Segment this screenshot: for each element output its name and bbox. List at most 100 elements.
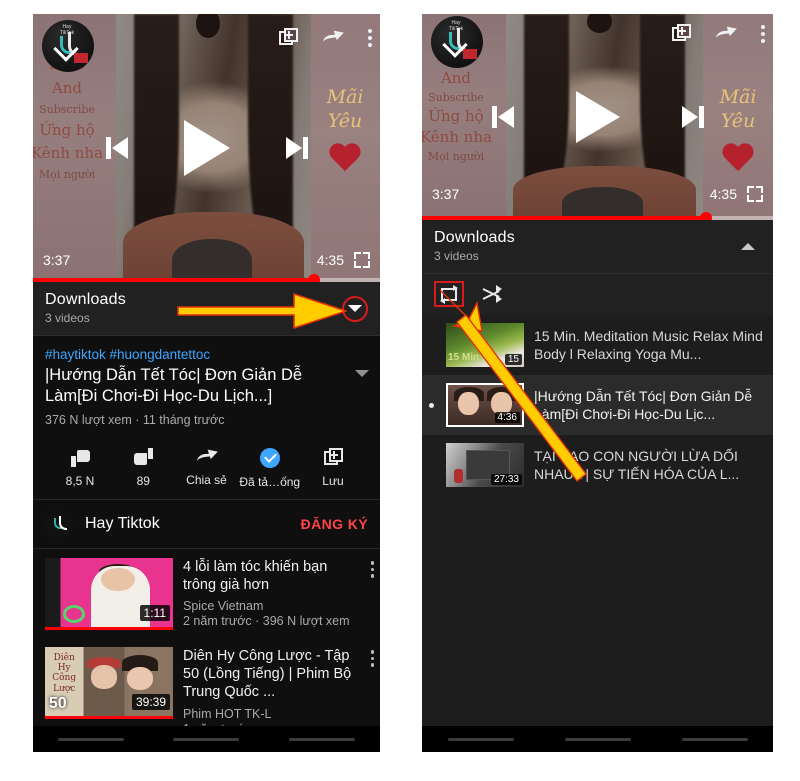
playlist-thumbnail[interactable]: 4:36 (446, 383, 524, 427)
playlist-collapse-button[interactable] (735, 234, 761, 260)
more-options-icon[interactable] (368, 28, 372, 47)
add-to-queue-icon[interactable] (672, 24, 691, 43)
overlay-line: And (51, 79, 83, 97)
playlist-item-title: |Hướng Dẫn Tết Tóc| Đơn Giản Dễ Làm[Đi C… (534, 387, 753, 422)
duration: 4:35 (316, 252, 344, 268)
chevron-down-icon (348, 305, 362, 312)
suggested-video-meta: 2 năm trước · 396 N lượt xem (183, 614, 350, 629)
player-top-controls (672, 23, 765, 43)
subscribe-button[interactable]: ĐĂNG KÝ (301, 516, 368, 532)
video-player-left[interactable]: Like And Subscribe Ứng hộ Kênh nha Mọi n… (33, 14, 380, 282)
channel-name[interactable]: Hay Tiktok (85, 515, 289, 533)
suggested-video-info: 4 lỗi làm tóc khiến bạn trông già hơn Sp… (183, 558, 368, 630)
video-meta: 376 N lượt xem · 11 tháng trước (45, 413, 225, 428)
screenshot-stage: Like And Subscribe Ứng hộ Kênh nha Mọi n… (0, 0, 800, 781)
download-label: Đã tả…ống (239, 475, 301, 490)
playlist-video-count: 3 videos (45, 311, 90, 325)
channel-avatar[interactable] (45, 510, 73, 539)
loop-repeat-icon (440, 284, 458, 304)
playlist-item-duration: 27:33 (490, 474, 522, 485)
video-thumbnail[interactable]: Diên Hy Công Lược 50 39:39 (45, 647, 173, 720)
suggested-video-title: Diên Hy Công Lược - Tập 50 (Lồng Tiếng) … (183, 648, 352, 701)
playlist-thumbnail[interactable]: 15 Min 15 (446, 323, 524, 367)
share-icon[interactable] (715, 23, 739, 43)
save-to-playlist-icon (323, 448, 343, 467)
overlay-line: Mãi (326, 86, 364, 108)
current-time: 3:37 (43, 252, 71, 268)
video-action-row: 8,5 N 89 Chia sẻ Đã tả…ống Lưu (33, 439, 380, 500)
chevron-down-icon[interactable] (355, 370, 369, 377)
fullscreen-icon[interactable] (747, 186, 763, 202)
player-time-row: 3:37 4:35 (33, 252, 380, 268)
fullscreen-icon[interactable] (354, 252, 370, 268)
more-options-icon[interactable] (370, 650, 374, 667)
suggested-video-channel: Spice Vietnam (183, 599, 264, 614)
downloaded-check-icon (259, 448, 280, 469)
suggested-video-title: 4 lỗi làm tóc khiến bạn trông già hơn (183, 559, 328, 594)
playlist-title: Downloads (45, 291, 126, 308)
playlist-item[interactable]: 15 Min 15 15 Min. Meditation Music Relax… (422, 315, 773, 375)
dislike-count: 89 (136, 474, 150, 489)
video-thumbnail[interactable]: 1:11 (45, 558, 173, 631)
play-icon[interactable] (183, 120, 230, 176)
player-time-row: 3:37 4:35 (422, 186, 773, 202)
android-navigation-bar[interactable] (33, 726, 380, 752)
android-navigation-bar[interactable] (422, 726, 773, 752)
previous-video-icon[interactable] (105, 136, 132, 160)
share-button[interactable]: Chia sẻ (176, 447, 238, 489)
video-player-right[interactable]: Like And Subscribe Ứng hộ Kênh nha Mọi n… (422, 14, 773, 220)
next-video-icon[interactable] (678, 105, 704, 129)
playlist-expand-button[interactable] (342, 295, 368, 322)
current-time: 3:37 (432, 186, 460, 202)
playlist-item-title: 15 Min. Meditation Music Relax Mind Body… (534, 327, 763, 362)
like-count: 8,5 N (65, 474, 95, 489)
channel-row[interactable]: Hay Tiktok ĐĂNG KÝ (33, 499, 380, 550)
playlist-item-title: TẠI SAO CON NGƯỜI LỪA DỐI NHAU!?| SỰ TIẾ… (534, 447, 740, 482)
playlist-title: Downloads (434, 229, 515, 246)
add-to-queue-icon[interactable] (279, 28, 298, 47)
dislike-button[interactable]: 89 (112, 448, 174, 489)
video-hashtags[interactable]: #haytiktok #huongdantettoc (45, 347, 368, 362)
video-duration: 1:11 (139, 605, 170, 622)
share-icon[interactable] (322, 27, 346, 47)
playlist-video-count: 3 videos (434, 249, 479, 263)
overlay-line: And (440, 69, 472, 87)
player-top-controls (279, 27, 372, 47)
now-playing-marker (426, 402, 436, 408)
video-duration: 39:39 (131, 694, 170, 711)
previous-video-icon[interactable] (491, 105, 518, 129)
loop-button[interactable] (434, 281, 464, 307)
video-description-block[interactable]: #haytiktok #huongdantettoc |Hướng Dẫn Tế… (33, 336, 380, 440)
playlist-header-bar[interactable]: Downloads 3 videos (33, 282, 380, 336)
thumbs-up-icon (70, 448, 90, 468)
video-title: |Hướng Dẫn Tết Tóc| Đơn Giản Dễ Làm[Đi C… (45, 366, 303, 406)
player-transport-controls (33, 120, 380, 176)
playlist-item[interactable]: 27:33 TẠI SAO CON NGƯỜI LỪA DỐI NHAU!?| … (422, 435, 773, 495)
thumbs-down-icon (133, 448, 153, 467)
suggested-videos-list: 1:11 4 lỗi làm tóc khiến bạn trông già h… (33, 549, 380, 752)
playlist-item-duration: 4:36 (494, 412, 520, 423)
share-label: Chia sẻ (186, 473, 227, 488)
share-icon (195, 447, 219, 466)
save-label: Lưu (322, 474, 344, 489)
next-video-icon[interactable] (282, 136, 308, 160)
overlay-line: Subscribe (39, 103, 95, 116)
more-options-icon[interactable] (761, 24, 765, 43)
right-phone-screenshot: Like And Subscribe Ứng hộ Kênh nha Mọi n… (422, 14, 773, 752)
playlist-header-bar[interactable]: Downloads 3 videos (422, 220, 773, 274)
more-options-icon[interactable] (370, 561, 374, 578)
shuffle-button[interactable] (482, 285, 502, 303)
suggested-video-item[interactable]: 1:11 4 lỗi làm tóc khiến bạn trông già h… (33, 549, 380, 638)
download-button[interactable]: Đã tả…ống (239, 448, 301, 489)
playlist-item[interactable]: 4:36 |Hướng Dẫn Tết Tóc| Đơn Giản Dễ Làm… (422, 375, 773, 435)
playlist-items-list: 15 Min 15 15 Min. Meditation Music Relax… (422, 315, 773, 752)
like-button[interactable]: 8,5 N (49, 448, 111, 489)
play-icon[interactable] (575, 91, 620, 143)
save-button[interactable]: Lưu (302, 448, 364, 489)
playlist-thumbnail[interactable]: 27:33 (446, 443, 524, 487)
player-transport-controls (422, 91, 773, 143)
chevron-up-icon (741, 243, 755, 250)
playlist-item-duration: 15 (504, 354, 522, 365)
thumbnail-episode: 50 (48, 695, 67, 713)
suggested-video-channel: Phim HOT TK-L (183, 706, 272, 721)
